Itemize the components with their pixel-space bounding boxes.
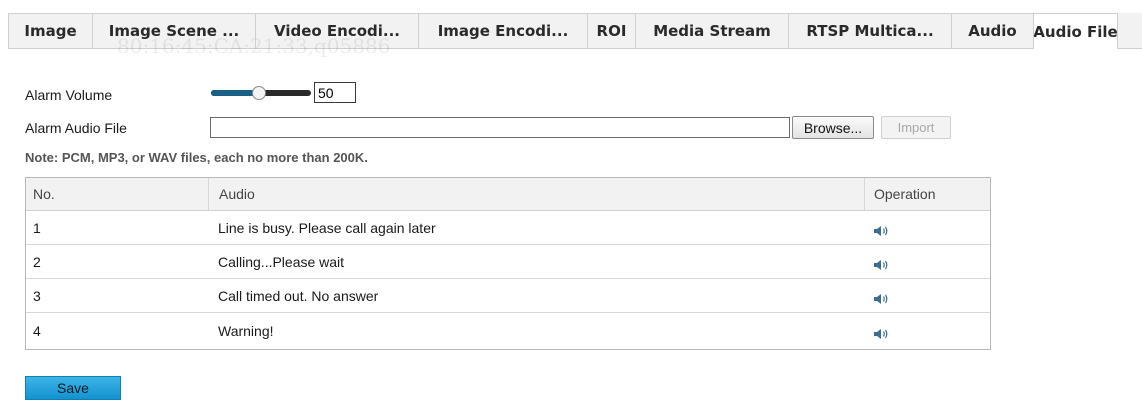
tab-label: Media Stream [653,22,771,40]
tab-roi[interactable]: ROI [587,13,635,48]
row-audio: Call timed out. No answer [218,287,379,304]
tab-label: RTSP Multica... [806,22,934,40]
tab-audio-file[interactable]: Audio File [1033,13,1118,49]
save-button[interactable]: Save [25,376,121,400]
volume-input[interactable] [314,82,356,103]
speaker-icon[interactable] [873,327,889,341]
speaker-icon[interactable] [873,258,889,272]
alarm-audio-file-label: Alarm Audio File [25,120,127,136]
operation-cell [864,279,990,312]
speaker-icon[interactable] [873,292,889,306]
table-header: No. Audio Operation [26,178,990,211]
row-audio: Line is busy. Please call again later [218,219,436,236]
table-row: 1 Line is busy. Please call again later [26,211,990,245]
audio-file-path-input[interactable] [210,117,790,138]
speaker-icon[interactable] [873,224,889,238]
header-audio: Audio [208,178,864,210]
tab-label: ROI [596,22,627,40]
tab-label: Audio File [1033,22,1118,41]
volume-slider-thumb[interactable] [252,86,266,100]
import-button[interactable]: Import [881,116,951,139]
tab-label: Image Encodi... [437,22,569,40]
tab-image-scene[interactable]: Image Scene ... [92,13,255,48]
tab-bar: Image Image Scene ... Video Encodi... Im… [8,13,1142,49]
tab-video-encoding[interactable]: Video Encodi... [255,13,418,48]
tab-audio[interactable]: Audio [951,13,1033,48]
operation-cell [864,245,990,278]
row-no: 3 [33,287,41,304]
table-row: 2 Calling...Please wait [26,245,990,279]
row-no: 2 [33,253,41,270]
table-row: 3 Call timed out. No answer [26,279,990,313]
tab-label: Image [24,22,77,40]
file-format-note: Note: PCM, MP3, or WAV files, each no mo… [25,150,368,165]
tab-label: Image Scene ... [108,22,240,40]
alarm-volume-label: Alarm Volume [25,87,113,103]
row-audio: Warning! [218,322,274,339]
row-no: 4 [33,322,41,339]
audio-table: No. Audio Operation 1 Line is busy. Plea… [25,177,991,350]
tab-image-encoding[interactable]: Image Encodi... [418,13,587,48]
tab-label: Audio [968,22,1017,40]
operation-cell [864,313,990,348]
tab-rtsp-multicast[interactable]: RTSP Multica... [788,13,951,48]
header-operation: Operation [864,178,990,210]
browse-button[interactable]: Browse... [792,116,874,139]
tab-label: Video Encodi... [273,22,401,40]
row-no: 1 [33,219,41,236]
header-no: No. [33,186,55,202]
operation-cell [864,211,990,244]
tab-image[interactable]: Image [8,13,92,48]
table-row: 4 Warning! [26,313,990,348]
row-audio: Calling...Please wait [218,253,345,270]
tab-media-stream[interactable]: Media Stream [635,13,788,48]
